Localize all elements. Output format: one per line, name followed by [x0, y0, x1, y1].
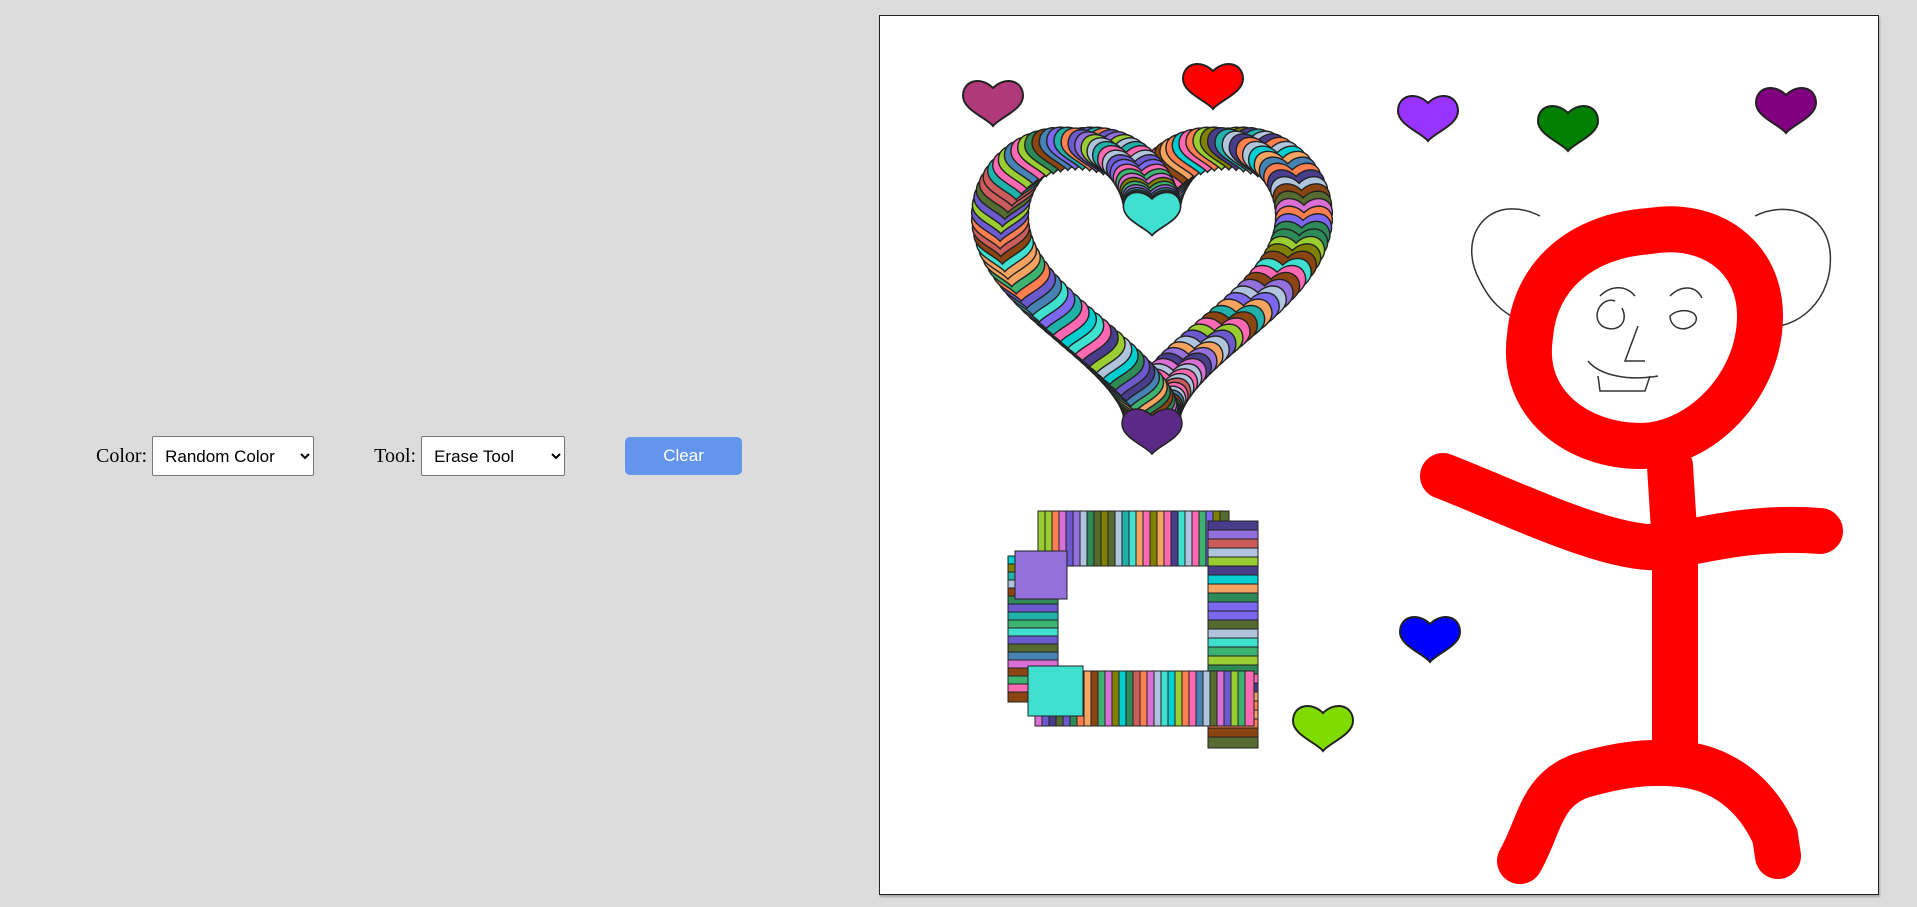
color-label: Color:: [96, 444, 148, 467]
scribble-bar-mark: [1014, 550, 1068, 600]
toolbar: Color: Random Color Tool: Erase Tool Cle…: [96, 436, 743, 476]
heart-outline-scribble: [970, 126, 1334, 446]
scribble-heart-mark: [1121, 408, 1183, 455]
tool-select[interactable]: Erase Tool: [421, 436, 566, 476]
color-select[interactable]: Random Color: [152, 436, 315, 476]
scribble-bar-mark: [1244, 670, 1255, 727]
heart-lime: [1292, 705, 1354, 752]
heart-red: [1182, 63, 1244, 110]
heart-purple: [1397, 95, 1459, 142]
tool-label: Tool:: [374, 444, 417, 467]
heart-dark-purple: [1755, 87, 1817, 134]
canvas-drawing[interactable]: [880, 16, 1878, 894]
scribble-bar-mark: [1207, 736, 1259, 749]
heart-green: [1537, 105, 1599, 152]
drawing-canvas[interactable]: [879, 15, 1879, 895]
clear-button[interactable]: Clear: [625, 437, 743, 475]
rectangle-scribble: [1007, 510, 1259, 749]
scribble-heart-mark: [1122, 191, 1182, 236]
heart-magenta: [962, 80, 1024, 127]
scribble-bar-mark: [1027, 665, 1084, 717]
stickman-drawing: [1420, 206, 1843, 884]
heart-blue: [1399, 616, 1461, 663]
